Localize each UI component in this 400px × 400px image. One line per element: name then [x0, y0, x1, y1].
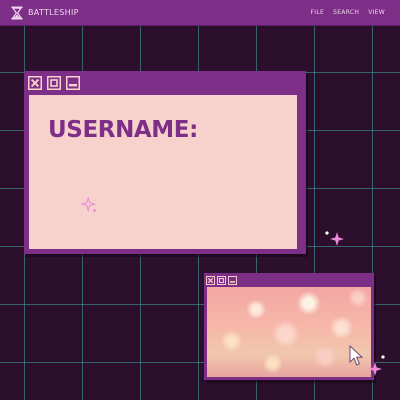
app-title: BATTLESHIP	[28, 8, 79, 17]
image-window-titlebar[interactable]	[204, 273, 374, 287]
cursor-icon	[349, 345, 363, 366]
hourglass-icon	[11, 6, 23, 19]
minimize-icon[interactable]	[66, 76, 80, 90]
username-panel: USERNAME:	[29, 95, 297, 249]
maximize-icon[interactable]	[47, 76, 61, 90]
top-bar: BATTLESHIP FILE SEARCH VIEW	[0, 0, 400, 25]
close-icon[interactable]	[28, 76, 42, 90]
close-icon[interactable]	[206, 275, 215, 285]
window-titlebar[interactable]	[24, 71, 306, 95]
username-label: USERNAME:	[48, 117, 198, 143]
menu-bar: FILE SEARCH VIEW	[311, 9, 385, 16]
minimize-icon[interactable]	[228, 275, 237, 285]
sparkle-icon	[325, 231, 344, 246]
sparkle-icon	[81, 197, 97, 213]
image-window	[204, 273, 374, 380]
maximize-icon[interactable]	[217, 275, 226, 285]
sparkle-icon	[368, 355, 385, 376]
glitter-bokeh-image	[207, 287, 371, 377]
username-window: USERNAME:	[24, 71, 306, 254]
menu-search[interactable]: SEARCH	[333, 9, 359, 16]
menu-view[interactable]: VIEW	[368, 9, 385, 16]
menu-file[interactable]: FILE	[311, 9, 325, 16]
